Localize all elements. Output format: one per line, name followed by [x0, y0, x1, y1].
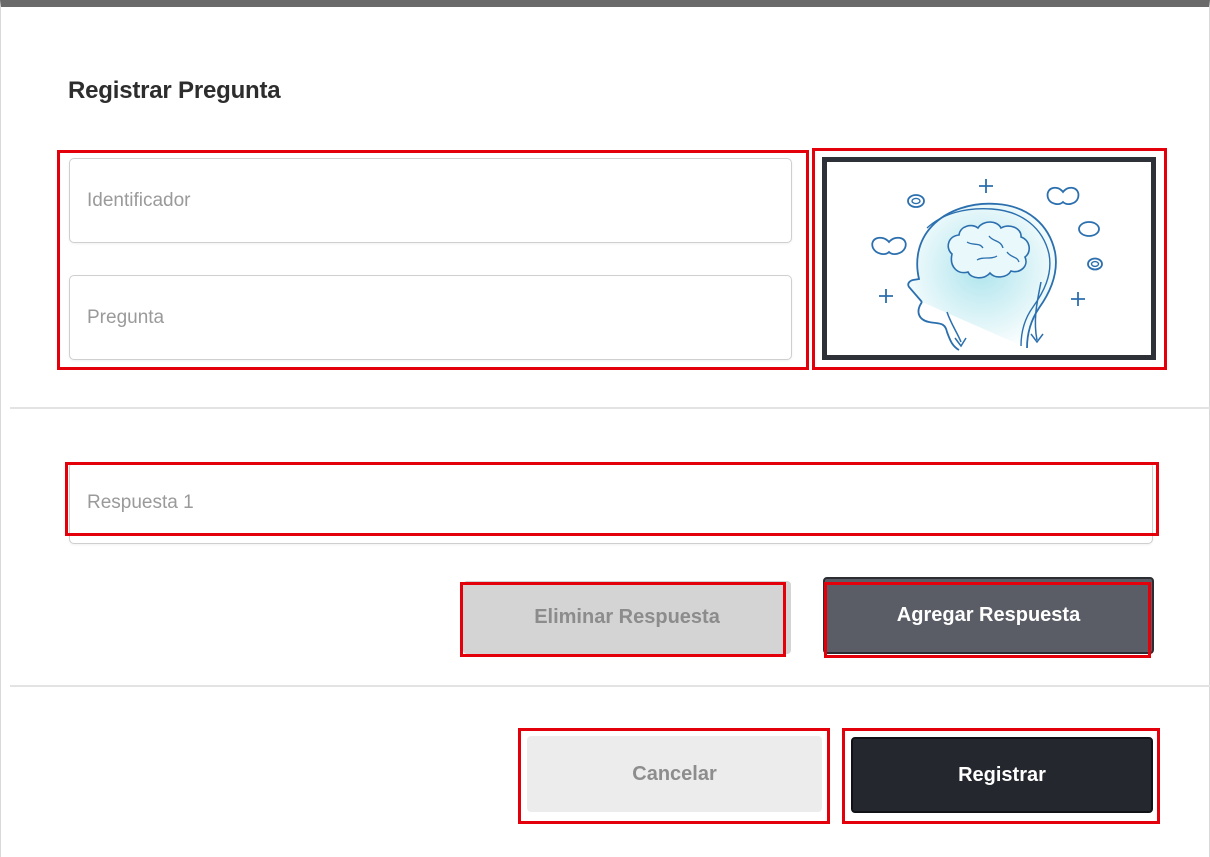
highlight-cancel — [518, 728, 830, 824]
register-question-dialog: Registrar Pregunta Identificador Pregunt… — [0, 0, 1210, 857]
highlight-add-answer — [824, 582, 1151, 658]
highlight-question-fields — [57, 150, 809, 370]
highlight-image — [812, 148, 1167, 370]
highlight-answer-field — [65, 462, 1159, 536]
section-divider — [10, 407, 1210, 409]
footer-divider — [10, 685, 1210, 687]
highlight-delete-answer — [460, 582, 786, 657]
highlight-register — [842, 728, 1160, 824]
dialog-title: Registrar Pregunta — [68, 77, 281, 104]
